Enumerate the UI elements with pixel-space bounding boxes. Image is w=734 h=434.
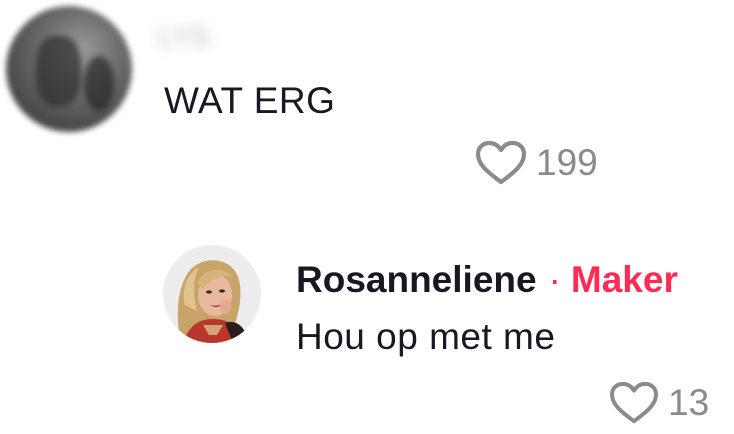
like-button[interactable]: 13 [608,380,709,426]
reply-header: Rosanneliene · Maker [296,256,678,304]
like-count: 13 [668,382,710,423]
commenter-avatar[interactable] [6,6,132,132]
creator-avatar[interactable] [163,245,261,343]
creator-username[interactable]: Rosanneliene [296,256,537,304]
commenter-username[interactable]: LYS [158,20,238,54]
comment-text: WAT ERG [164,80,336,121]
creator-badge: Maker [570,259,678,300]
like-button[interactable]: 199 [474,140,598,186]
separator-dot: · [548,259,561,300]
avatar-blur-shape [36,36,81,106]
reply-text: Hou op met me [296,316,556,357]
avatar-blur-shape [84,56,114,111]
like-count: 199 [536,142,598,183]
heart-outline-icon [609,381,659,424]
comment-thread: LYS WAT ERG 199 Rosanneliene · Maker Hou… [0,0,734,434]
heart-outline-icon [475,140,527,185]
creator-avatar-image [163,245,261,343]
